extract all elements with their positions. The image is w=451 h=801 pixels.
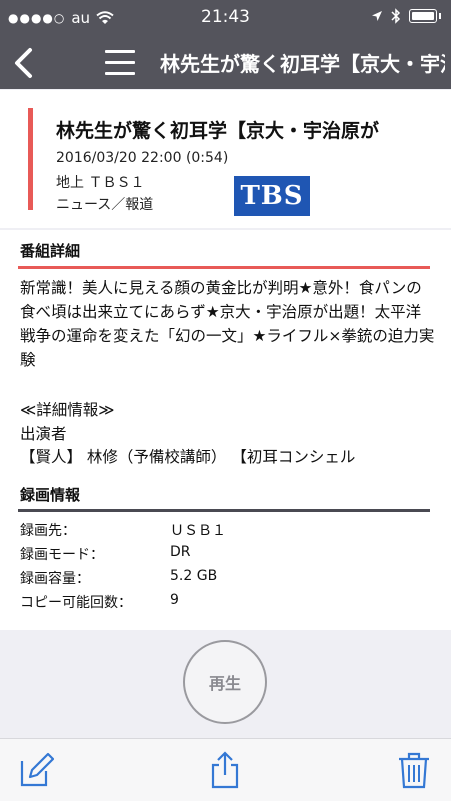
recording-row-label: 録画容量：: [20, 571, 90, 587]
performers-text: 【賢人】 林修（予備校講師） 【初耳コンシェル: [20, 448, 356, 466]
recording-row: 録画先： ＵＳＢ１: [20, 520, 226, 540]
program-description: 新常識！美人に見える顔の黄金比が判明★意外！食パンの食べ頃は出来立てにあらず★京…: [20, 279, 435, 369]
bluetooth-icon: [391, 8, 401, 24]
program-genre: ニュース／報道: [56, 197, 154, 213]
share-icon[interactable]: [207, 751, 243, 789]
details-heading: 番組詳細: [20, 242, 81, 260]
recording-row-value: 9: [170, 592, 179, 608]
menu-icon[interactable]: [105, 50, 135, 76]
recording-heading: 録画情報: [20, 486, 81, 504]
program-channel: 地上 ＴＢＳ１: [56, 175, 145, 191]
nav-title: 林先生が驚く初耳学【京大・宇治原が: [160, 52, 445, 76]
performers-label: 出演者: [20, 425, 67, 443]
recording-row-value: DR: [170, 544, 191, 560]
status-bar: ●●●●○ au 21:43: [0, 0, 451, 36]
program-details: 番組詳細 新常識！美人に見える顔の黄金比が判明★意外！食パンの食べ頃は出来立てに…: [0, 230, 451, 630]
battery-icon: [409, 9, 437, 23]
detail-info-label: ≪詳細情報≫: [20, 401, 115, 419]
recording-row: コピー可能回数： 9: [20, 592, 179, 612]
play-button[interactable]: 再生: [183, 640, 267, 724]
edit-icon[interactable]: [18, 751, 54, 789]
program-header: 林先生が驚く初耳学【京大・宇治原が 2016/03/20 22:00 (0:54…: [0, 90, 451, 228]
recording-row-label: コピー可能回数：: [20, 595, 132, 611]
channel-logo: TBS: [234, 176, 310, 216]
recording-row-value: 5.2 GB: [170, 568, 218, 584]
location-arrow-icon: [372, 11, 382, 21]
accent-bar: [28, 108, 33, 210]
bottom-toolbar: [0, 738, 451, 801]
status-right: [371, 8, 441, 24]
program-datetime: 2016/03/20 22:00 (0:54): [56, 150, 229, 166]
recording-row: 録画容量： 5.2 GB: [20, 568, 217, 588]
trash-icon[interactable]: [396, 751, 432, 789]
program-title: 林先生が驚く初耳学【京大・宇治原が: [56, 120, 380, 142]
recording-row-value: ＵＳＢ１: [170, 523, 226, 539]
nav-bar: 林先生が驚く初耳学【京大・宇治原が: [0, 36, 451, 89]
details-divider: [18, 266, 430, 269]
recording-divider: [18, 509, 430, 512]
battery-cap: [439, 13, 441, 19]
recording-row: 録画モード： DR: [20, 544, 191, 564]
recording-row-label: 録画先：: [20, 523, 76, 539]
back-icon[interactable]: [10, 46, 40, 80]
recording-row-label: 録画モード：: [20, 547, 104, 563]
